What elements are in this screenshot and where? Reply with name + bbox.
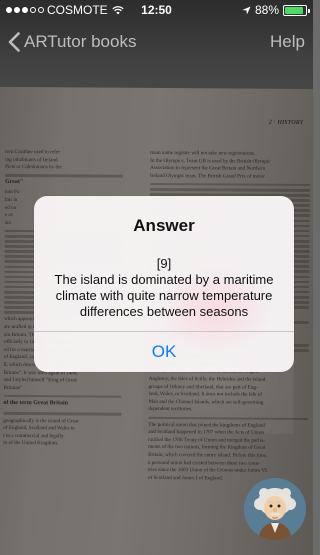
alert-message: [9] The island is dominated by a maritime… — [46, 256, 282, 320]
location-arrow-icon — [242, 5, 251, 15]
status-bar: COSMOTE 12:50 88% — [0, 0, 313, 20]
wifi-icon — [112, 6, 124, 15]
signal-strength-icon — [6, 7, 44, 13]
tutor-avatar-button[interactable] — [244, 478, 306, 540]
einstein-avatar-icon — [244, 478, 306, 540]
battery-icon — [283, 4, 310, 16]
back-button-label: ARTutor books — [24, 32, 137, 51]
battery-percentage: 88% — [254, 3, 279, 17]
navigation-bar: ARTutor books Help — [0, 20, 313, 64]
answer-alert: Answer [9] The island is dominated by a m… — [34, 196, 294, 372]
carrier-name: COSMOTE — [47, 3, 108, 17]
ok-button[interactable]: OK — [34, 332, 294, 372]
help-button[interactable]: Help — [270, 32, 305, 52]
chevron-left-icon — [8, 32, 20, 52]
alert-message-body: The island is dominated by a maritime cl… — [54, 272, 274, 319]
back-button[interactable]: ARTutor books — [8, 32, 136, 52]
alert-title: Answer — [133, 216, 195, 235]
alert-message-reference: [9] — [156, 256, 172, 271]
